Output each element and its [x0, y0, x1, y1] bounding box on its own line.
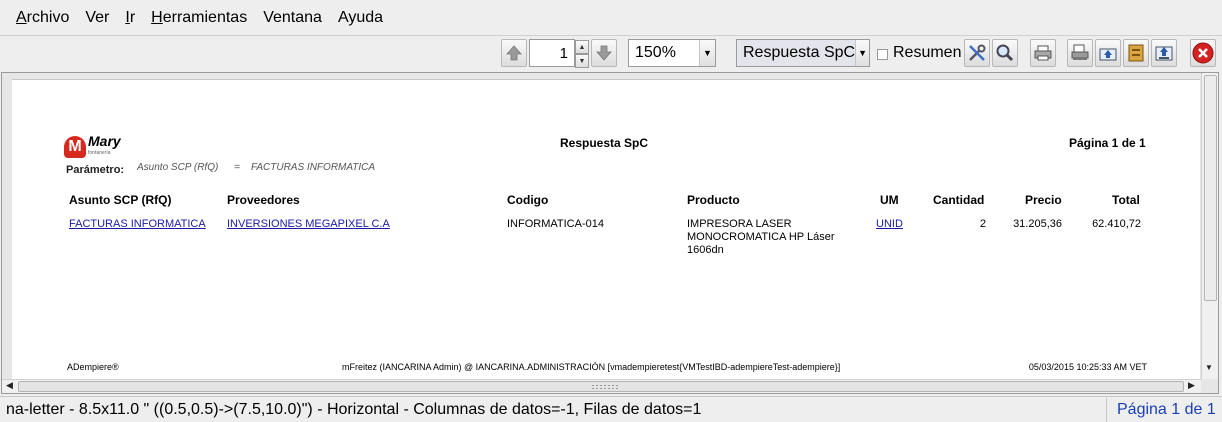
row-total: 62.410,72 [1092, 218, 1141, 230]
column-header-price: Precio [1025, 193, 1062, 207]
column-header-total: Total [1112, 193, 1140, 207]
footer-left: ADempiere® [67, 362, 119, 372]
column-header-subject: Asunto SCP (RfQ) [69, 193, 172, 207]
next-page-button[interactable] [591, 39, 617, 67]
footer-right: 05/03/2015 10:25:33 AM VET [1028, 362, 1147, 372]
scroll-right-icon[interactable]: ▶ [1188, 380, 1195, 391]
row-quantity: 2 [979, 218, 986, 230]
column-header-code: Codigo [507, 193, 549, 207]
column-header-uom: UM [880, 193, 899, 207]
row-subject-link[interactable]: FACTURAS INFORMATICA [69, 218, 206, 230]
status-page: Página 1 de 1 [1106, 398, 1220, 422]
arrow-down-icon [596, 45, 612, 61]
parameter-operator: = [234, 162, 240, 173]
row-product-line3: 1606dn [687, 244, 724, 256]
customize-icon [969, 44, 986, 61]
parameter-value: FACTURAS INFORMATICA [251, 162, 376, 173]
column-header-quantity: Cantidad [933, 193, 985, 207]
menu-herramientas[interactable]: Herramientas [143, 9, 255, 27]
logo-mark-icon: M [64, 136, 86, 158]
column-header-vendor: Proveedores [227, 193, 300, 207]
archive-button[interactable] [1123, 39, 1149, 67]
row-code: INFORMATICA-014 [507, 218, 604, 230]
menu-bar: Archivo Ver Ir Herramientas Ventana Ayud… [0, 0, 1222, 36]
vertical-scroll-thumb[interactable] [1204, 75, 1217, 301]
parameter-label: Parámetro: [66, 164, 125, 176]
page-number-field[interactable]: 1 [529, 39, 575, 67]
status-bar: na-letter - 8.5x11.0 " ((0.5,0.5)->(7.5,… [0, 396, 1222, 422]
report-type-select[interactable]: Respuesta SpC ▼ [736, 39, 870, 67]
menu-ir[interactable]: Ir [117, 9, 143, 27]
save-icon [1155, 46, 1173, 61]
find-button[interactable] [992, 39, 1018, 67]
horizontal-scroll-thumb[interactable] [18, 381, 1184, 392]
customize-report-button[interactable] [964, 39, 990, 67]
close-button[interactable] [1190, 39, 1216, 67]
footer-center: mFreitez (IANCARINA Admin) @ IANCARINA.A… [342, 362, 841, 372]
summary-checkbox[interactable] [877, 49, 888, 60]
vertical-scrollbar[interactable]: ▼ [1201, 73, 1218, 379]
grip-icon [591, 384, 619, 390]
report-type-value: Respuesta SpC [743, 44, 856, 61]
print-button[interactable] [1030, 39, 1056, 67]
menu-ver[interactable]: Ver [77, 9, 117, 27]
close-icon [1192, 42, 1214, 64]
chevron-down-icon: ▼ [699, 40, 715, 66]
summary-label: Resumen [893, 44, 962, 61]
print-icon [1034, 45, 1052, 61]
print-preview-icon [1071, 44, 1089, 60]
page-spinner-down[interactable]: ▼ [575, 54, 589, 68]
chevron-down-icon: ▼ [855, 40, 869, 66]
report-page: M Mary fontanería Respuesta SpC Página 1 … [12, 79, 1200, 385]
parameter-name: Asunto SCP (RfQ) [137, 162, 219, 173]
find-icon [996, 44, 1014, 62]
report-page-label: Página 1 de 1 [1069, 136, 1146, 150]
company-logo: M Mary fontanería [64, 134, 121, 159]
zoom-select[interactable]: 150% ▼ [628, 39, 716, 67]
export-button[interactable] [1095, 39, 1121, 67]
print-preview-button[interactable] [1067, 39, 1093, 67]
scroll-down-icon[interactable]: ▼ [1205, 363, 1213, 372]
toolbar: 1 ▲ ▼ 150% ▼ Respuesta SpC ▼ Resumen [0, 37, 1222, 69]
row-vendor-link[interactable]: INVERSIONES MEGAPIXEL C.A [227, 218, 390, 230]
report-title: Respuesta SpC [560, 136, 649, 150]
row-product-line2: MONOCROMATICA HP Láser [687, 231, 835, 243]
save-button[interactable] [1151, 39, 1177, 67]
page-spinner-up[interactable]: ▲ [575, 40, 589, 54]
horizontal-scrollbar[interactable]: ◀ ▶ [2, 379, 1201, 393]
row-product-line1: IMPRESORA LASER [687, 218, 792, 230]
status-text: na-letter - 8.5x11.0 " ((0.5,0.5)->(7.5,… [6, 401, 702, 418]
row-price: 31.205,36 [1013, 218, 1062, 230]
menu-ventana[interactable]: Ventana [255, 9, 330, 27]
report-viewer: M Mary fontanería Respuesta SpC Página 1 … [1, 72, 1219, 394]
row-uom-link[interactable]: UNID [876, 218, 903, 230]
previous-page-button[interactable] [501, 39, 527, 67]
column-header-product: Producto [687, 193, 740, 207]
arrow-up-icon [506, 45, 522, 61]
menu-archivo[interactable]: Archivo [8, 9, 77, 27]
menu-ayuda[interactable]: Ayuda [330, 9, 391, 27]
scroll-left-icon[interactable]: ◀ [6, 380, 13, 391]
zoom-value: 150% [635, 44, 676, 61]
export-icon [1099, 48, 1117, 61]
archive-icon [1128, 44, 1144, 62]
